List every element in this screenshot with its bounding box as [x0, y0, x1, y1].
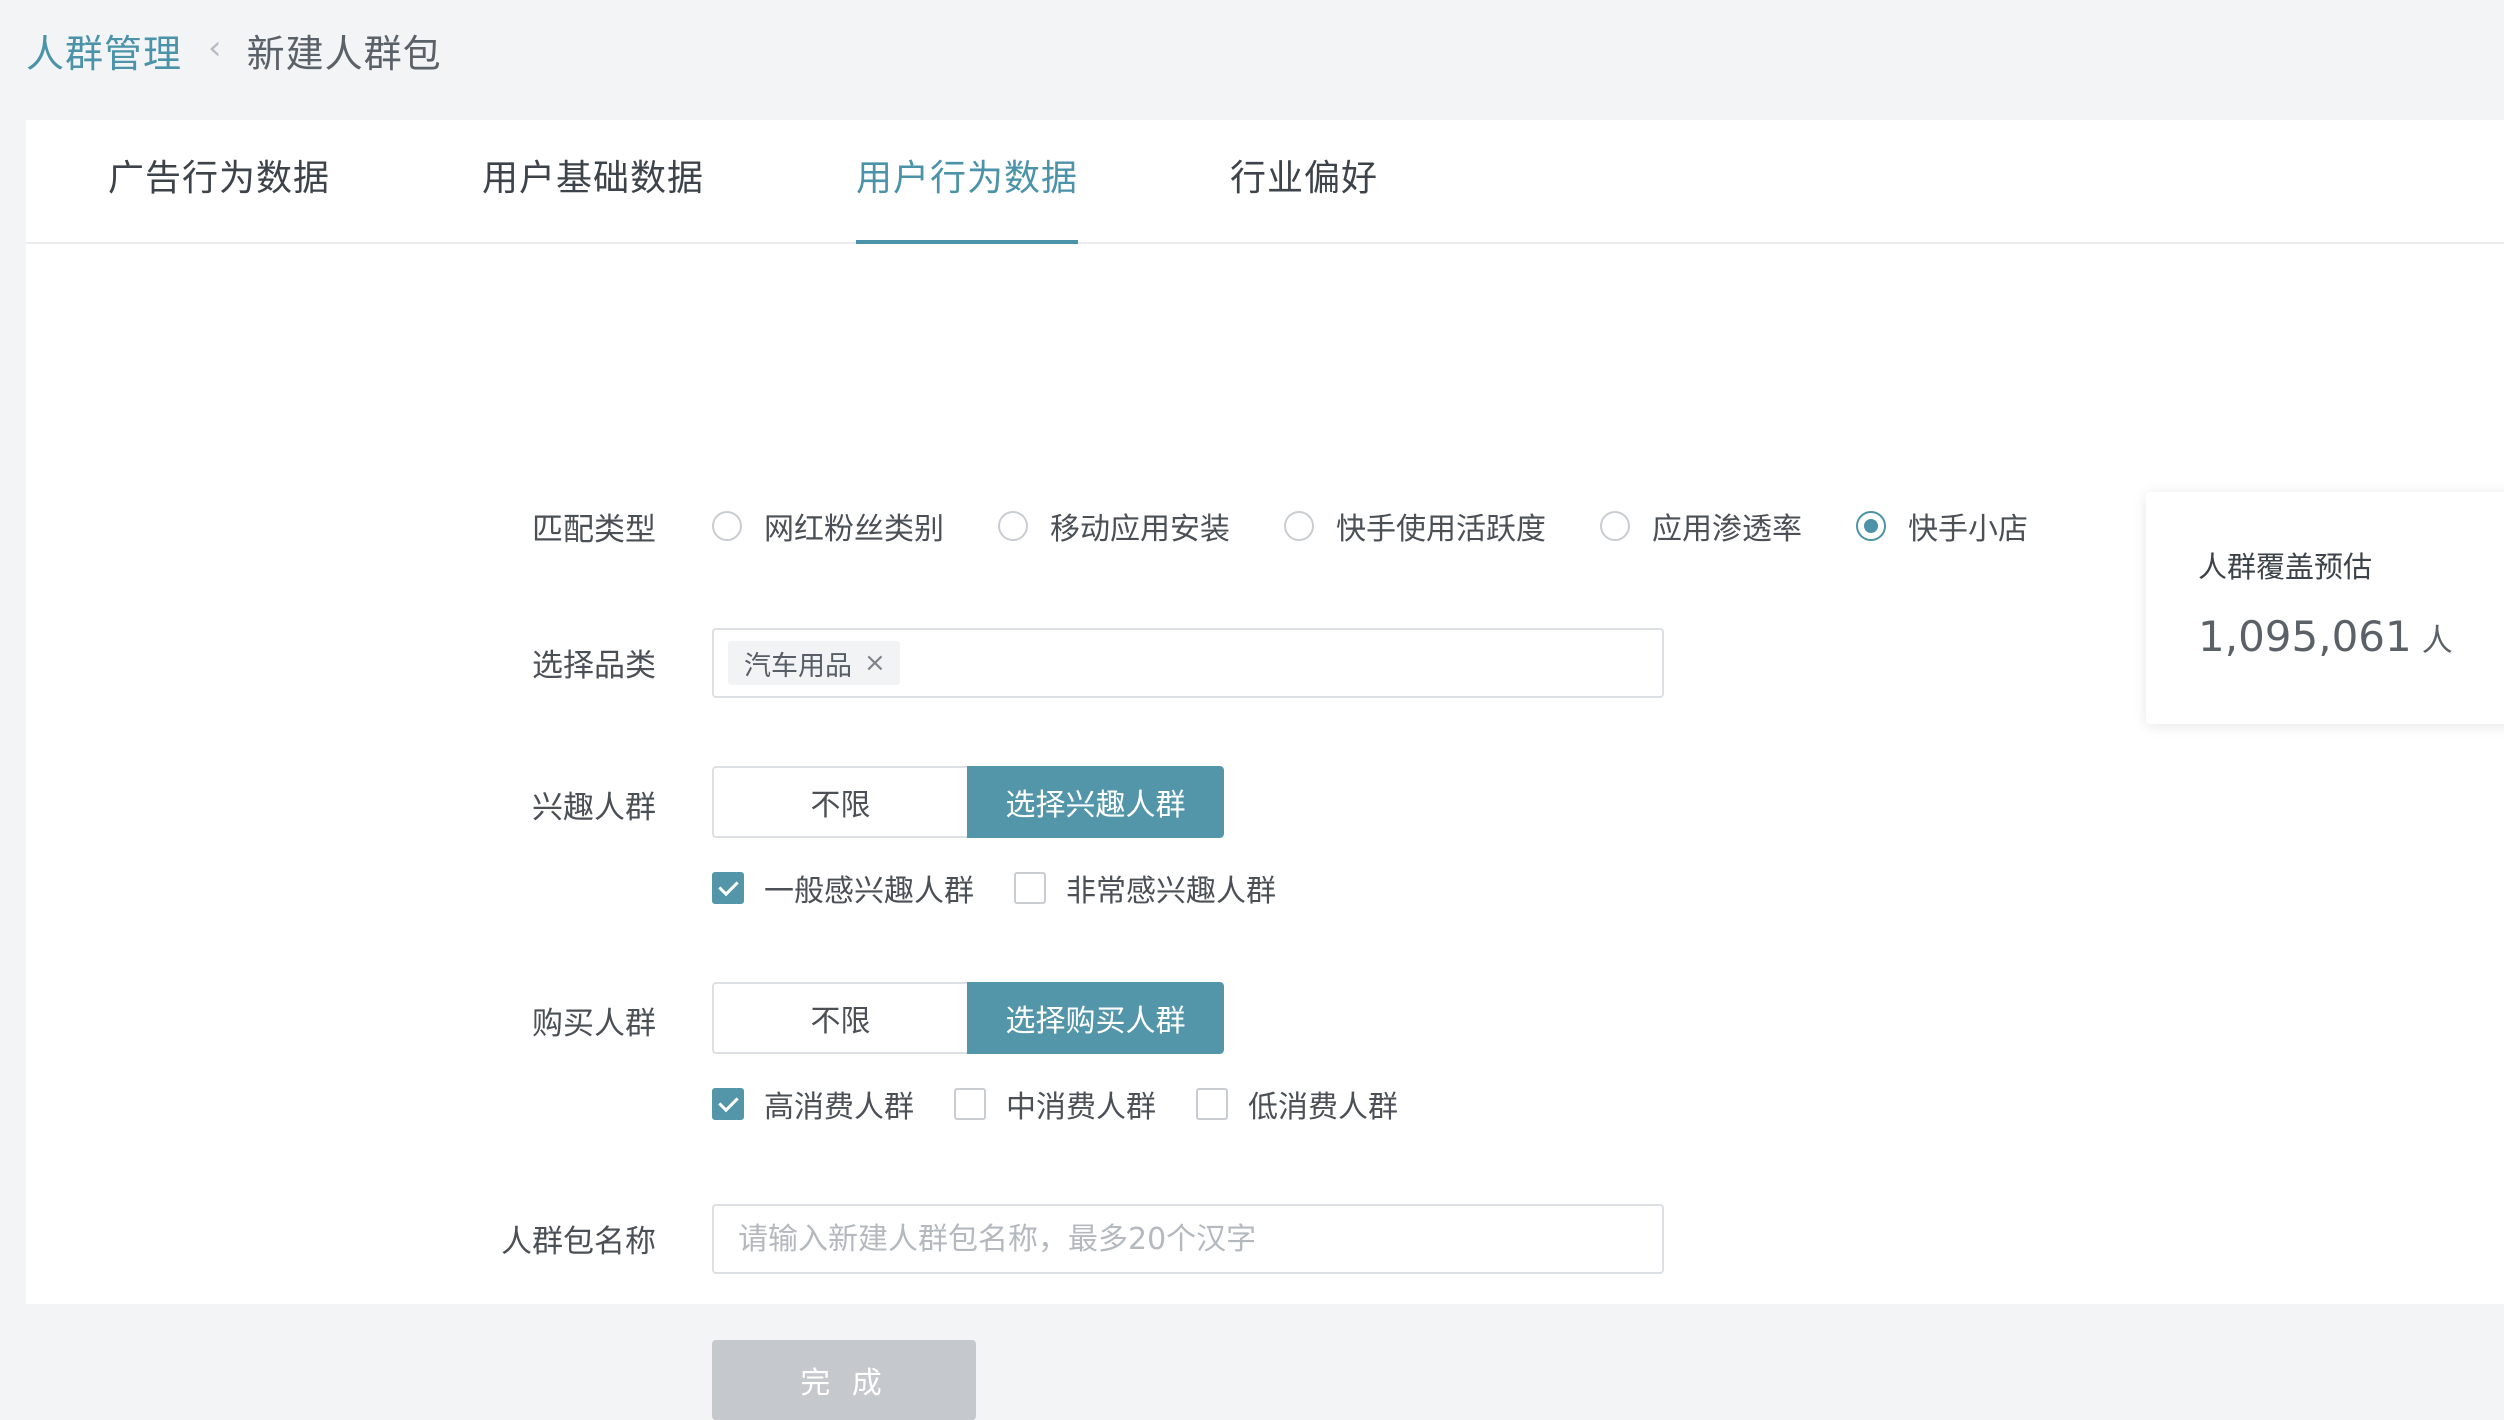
checkbox-label: 中消费人群: [1006, 1090, 1156, 1125]
breadcrumb: 人群管理 ‹ 新建人群包: [26, 22, 442, 78]
breadcrumb-current: 新建人群包: [246, 31, 442, 76]
purchase-checkbox-group: 高消费人群 中消费人群 低消费人群: [712, 1082, 1438, 1126]
radio-app-penetration[interactable]: 应用渗透率: [1600, 504, 1802, 548]
checkbox-unchecked-icon: [954, 1088, 986, 1120]
purchase-unlimited-button[interactable]: 不限: [712, 982, 967, 1054]
category-tag: 汽车用品 ×: [728, 641, 900, 685]
checkbox-unchecked-icon: [1196, 1088, 1228, 1120]
interest-segmented-control: 不限 选择兴趣人群: [712, 766, 1224, 838]
submit-button[interactable]: 完 成: [712, 1340, 976, 1420]
estimate-unit: 人: [2421, 623, 2453, 659]
tab-user-basic-data[interactable]: 用户基础数据: [482, 120, 704, 242]
checkbox-checked-icon: [712, 1088, 744, 1120]
estimate-title: 人群覆盖预估: [2198, 550, 2373, 584]
checkbox-label: 低消费人群: [1248, 1090, 1398, 1125]
estimate-number: 1,095,061: [2198, 612, 2412, 661]
radio-circle-icon: [1284, 511, 1314, 541]
radio-kuaishou-activity[interactable]: 快手使用活跃度: [1284, 504, 1546, 548]
checkbox-mid-spending[interactable]: 中消费人群: [954, 1082, 1156, 1126]
match-type-radio-group: 网红粉丝类别 移动应用安装 快手使用活跃度 应用渗透率 快手小店: [712, 500, 2082, 552]
category-tag-label: 汽车用品: [744, 650, 852, 682]
checkbox-high-spending[interactable]: 高消费人群: [712, 1082, 914, 1126]
radio-influencer-fans[interactable]: 网红粉丝类别: [712, 504, 944, 548]
checkbox-high-interest[interactable]: 非常感兴趣人群: [1014, 866, 1276, 910]
category-label: 选择品类: [532, 648, 656, 684]
radio-label: 快手使用活跃度: [1336, 512, 1546, 547]
radio-circle-icon: [712, 511, 742, 541]
purchase-select-button[interactable]: 选择购买人群: [967, 982, 1224, 1054]
radio-label: 网红粉丝类别: [764, 512, 944, 547]
checkbox-low-spending[interactable]: 低消费人群: [1196, 1082, 1398, 1126]
checkbox-general-interest[interactable]: 一般感兴趣人群: [712, 866, 974, 910]
radio-checked-icon: [1856, 511, 1886, 541]
purchase-label: 购买人群: [532, 1006, 656, 1042]
interest-select-button[interactable]: 选择兴趣人群: [967, 766, 1224, 838]
radio-app-install[interactable]: 移动应用安装: [998, 504, 1230, 548]
interest-checkbox-group: 一般感兴趣人群 非常感兴趣人群: [712, 866, 1316, 910]
interest-unlimited-button[interactable]: 不限: [712, 766, 967, 838]
radio-circle-icon: [1600, 511, 1630, 541]
checkbox-label: 一般感兴趣人群: [764, 874, 974, 909]
checkbox-label: 高消费人群: [764, 1090, 914, 1125]
interest-label: 兴趣人群: [532, 790, 656, 826]
breadcrumb-root-link[interactable]: 人群管理: [26, 23, 182, 78]
audience-estimate-panel: 人群覆盖预估 1,095,061 人: [2146, 492, 2504, 724]
estimate-value: 1,095,061 人: [2198, 612, 2453, 661]
checkbox-unchecked-icon: [1014, 872, 1046, 904]
checkbox-checked-icon: [712, 872, 744, 904]
category-select[interactable]: 汽车用品 ×: [712, 628, 1664, 698]
audience-name-input[interactable]: [712, 1204, 1664, 1274]
purchase-segmented-control: 不限 选择购买人群: [712, 982, 1224, 1054]
tab-bar: 广告行为数据 用户基础数据 用户行为数据 行业偏好: [26, 120, 2504, 244]
radio-label: 快手小店: [1908, 512, 2028, 547]
tab-industry-preference[interactable]: 行业偏好: [1230, 120, 1378, 242]
match-type-label: 匹配类型: [532, 512, 656, 548]
tab-user-behavior-data[interactable]: 用户行为数据: [856, 120, 1079, 244]
checkbox-label: 非常感兴趣人群: [1066, 874, 1276, 909]
radio-kuaishou-shop[interactable]: 快手小店: [1856, 504, 2028, 548]
main-card: 广告行为数据 用户基础数据 用户行为数据 行业偏好 匹配类型 网红粉丝类别 移动…: [26, 120, 2504, 1420]
radio-label: 应用渗透率: [1652, 512, 1802, 547]
radio-circle-icon: [998, 511, 1028, 541]
chevron-left-icon: ‹: [208, 28, 223, 68]
tab-ad-behavior-data[interactable]: 广告行为数据: [108, 120, 330, 242]
close-icon[interactable]: ×: [864, 648, 886, 678]
radio-label: 移动应用安装: [1050, 512, 1230, 547]
audience-name-label: 人群包名称: [501, 1224, 656, 1260]
